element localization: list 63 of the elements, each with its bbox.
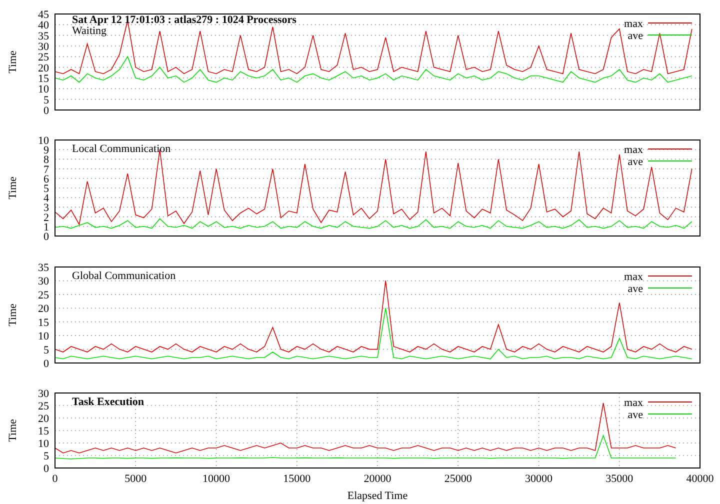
y-tick-label: 1 (44, 221, 49, 234)
y-tick-label: 30 (38, 276, 49, 288)
y-tick-label: 0 (44, 358, 49, 370)
legend-label: ave (628, 409, 643, 421)
y-tick-label: 30 (38, 388, 49, 400)
y-tick-label: 40 (38, 20, 49, 32)
chart-title: Waiting (72, 25, 107, 37)
x-tick-label: 35000 (606, 473, 634, 485)
legend-label: ave (628, 283, 643, 295)
y-tick-label: 15 (38, 426, 49, 438)
y-tick-label: 20 (38, 62, 49, 74)
y-tick-label: 25 (38, 52, 49, 64)
y-tick-label: 35 (38, 30, 49, 42)
legend-label: ave (628, 156, 643, 168)
y-tick-label: 25 (38, 400, 49, 412)
y-tick-label: 0 (44, 231, 49, 243)
y-axis-label: Time (7, 50, 19, 74)
y-axis-label: Time (7, 419, 19, 442)
x-tick-label: 30000 (525, 473, 552, 485)
y-tick-label: 5 (44, 183, 49, 195)
y-tick-label: 35 (38, 262, 49, 274)
y-axis-label: Time (7, 176, 19, 200)
y-tick-label: 20 (38, 413, 49, 425)
legend-label: max (624, 271, 643, 283)
chart-title: Global Communication (72, 270, 176, 282)
y-tick-label: 0 (44, 463, 49, 475)
y-axis-label: Time (7, 304, 19, 326)
y-tick-label: 10 (38, 330, 49, 343)
y-tick-label: 9 (44, 144, 49, 157)
chart-title: Local Communication (72, 143, 171, 155)
y-tick-label: 15 (38, 73, 49, 85)
y-tick-label: 3 (44, 202, 49, 214)
y-tick-label: 4 (44, 192, 49, 205)
y-tick-label: 30 (38, 41, 49, 53)
y-tick-label: 5 (44, 344, 49, 356)
legend-label: max (624, 397, 643, 409)
y-tick-label: 8 (44, 154, 49, 166)
chart-title: Task Execution (72, 396, 144, 408)
x-tick-label: 10000 (202, 473, 230, 485)
y-tick-label: 6 (44, 173, 49, 186)
y-tick-label: 45 (38, 9, 49, 21)
y-tick-label: 10 (38, 438, 49, 450)
x-tick-label: 5000 (124, 473, 147, 485)
y-tick-label: 10 (38, 84, 49, 96)
x-tick-label: 15000 (283, 473, 311, 485)
y-tick-label: 5 (44, 450, 49, 462)
x-tick-label: 25000 (444, 473, 472, 485)
y-tick-label: 15 (38, 316, 49, 329)
y-tick-label: 20 (38, 303, 49, 316)
x-tick-label: 0 (52, 473, 58, 485)
y-tick-label: 2 (44, 212, 49, 224)
y-tick-label: 25 (38, 289, 49, 302)
y-tick-label: 0 (44, 105, 49, 117)
legend-label: max (624, 18, 643, 30)
legend-label: ave (628, 30, 643, 42)
y-tick-label: 5 (44, 94, 49, 106)
x-axis-label: Elapsed Time (347, 490, 408, 502)
y-tick-label: 7 (44, 164, 49, 176)
header-text: Sat Apr 12 17:01:03 : atlas279 : 1024 Processors (72, 14, 296, 26)
x-tick-label: 40000 (686, 473, 714, 485)
x-tick-label: 20000 (364, 473, 392, 485)
y-tick-label: 10 (38, 135, 49, 147)
legend-label: max (624, 144, 643, 156)
